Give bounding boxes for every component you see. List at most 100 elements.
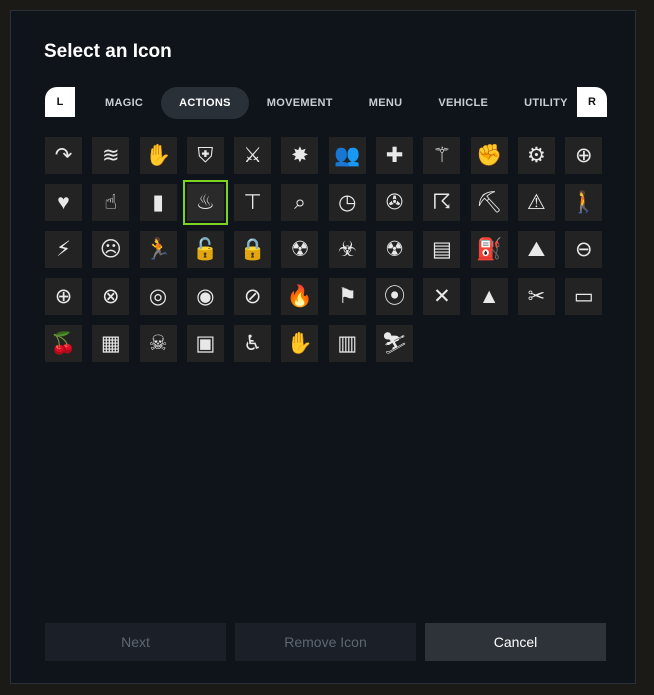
- icon-option[interactable]: ▭: [565, 278, 603, 315]
- icon-option[interactable]: ⛽: [470, 231, 508, 268]
- icon-option[interactable]: ☝: [92, 184, 130, 221]
- icon-option[interactable]: ♥: [45, 184, 82, 221]
- cooking-pot-icon: ♨: [195, 191, 215, 214]
- tab-vehicle[interactable]: VEHICLE: [420, 87, 506, 119]
- bumper-right-button[interactable]: R: [577, 87, 607, 117]
- compass-icon: ✇: [385, 191, 404, 214]
- warning-triangle-icon: ⚠: [527, 191, 546, 214]
- cut-line-icon: ✂: [527, 285, 546, 308]
- robot-figure-icon: ⚙: [527, 144, 546, 167]
- icon-option[interactable]: ☠: [139, 325, 177, 362]
- icon-option[interactable]: ⚠: [517, 184, 555, 221]
- icon-option[interactable]: ⌕: [281, 184, 319, 221]
- icon-option[interactable]: ✕: [423, 278, 461, 315]
- icon-option[interactable]: 🔥: [281, 278, 319, 315]
- icon-option[interactable]: 🍒: [45, 325, 82, 362]
- icon-option[interactable]: ▤: [423, 231, 461, 268]
- icon-option[interactable]: ⊗: [92, 278, 130, 315]
- cash-stack-icon: ▤: [431, 238, 452, 261]
- grab-hand-icon: ✋: [145, 144, 172, 167]
- icon-option[interactable]: ⛰: [517, 231, 555, 268]
- bumper-left-button[interactable]: L: [45, 87, 75, 117]
- battery-charging-icon: ▮: [152, 191, 164, 214]
- tab-menu[interactable]: MENU: [351, 87, 421, 119]
- remove-icon-button[interactable]: Remove Icon: [235, 623, 416, 661]
- icon-option[interactable]: ♨: [182, 180, 228, 225]
- icon-option[interactable]: ⛷: [376, 325, 414, 362]
- icon-option[interactable]: 🔒: [234, 231, 272, 268]
- pointing-hand-icon: ☝: [104, 191, 118, 214]
- icon-option[interactable]: ⚙: [517, 137, 555, 174]
- group-people-icon: 👥: [334, 144, 361, 167]
- fruit-branch-icon: 🍒: [50, 332, 77, 355]
- unlocked-padlock-icon: 🔓: [192, 238, 219, 261]
- icon-option[interactable]: 🏃: [139, 231, 177, 268]
- icon-option[interactable]: ▣: [186, 325, 224, 362]
- icon-option[interactable]: ✋: [281, 325, 319, 362]
- icon-option[interactable]: 🚶: [565, 184, 603, 221]
- icon-option[interactable]: ⦿: [376, 278, 414, 315]
- icon-option[interactable]: ⚔: [234, 137, 272, 174]
- fist-burst-icon: ✊: [476, 144, 503, 167]
- eye-icon: ◉: [196, 285, 215, 308]
- next-button[interactable]: Next: [45, 623, 226, 661]
- tab-strip: MAGIC ACTIONS MOVEMENT MENU VEHICLE UTILITY: [87, 87, 577, 119]
- icon-option[interactable]: ♿: [234, 325, 272, 362]
- icon-option[interactable]: ☹: [92, 231, 130, 268]
- icon-option[interactable]: ⊖: [565, 231, 603, 268]
- tent-icon: ▲: [478, 285, 500, 308]
- category-tabs: L MAGIC ACTIONS MOVEMENT MENU VEHICLE UTILITY…: [45, 87, 607, 119]
- icon-option[interactable]: ⛨: [186, 137, 224, 174]
- icon-option[interactable]: ⊘: [234, 278, 272, 315]
- icon-option[interactable]: ↷: [45, 137, 82, 174]
- icon-option[interactable]: ▲: [470, 278, 508, 315]
- tab-movement[interactable]: MOVEMENT: [249, 87, 351, 119]
- icon-option[interactable]: ✸: [281, 137, 319, 174]
- crane-icon: ⊤: [243, 191, 262, 214]
- icon-option[interactable]: ⚚: [423, 137, 461, 174]
- icon-option[interactable]: ⊕: [565, 137, 603, 174]
- icon-option[interactable]: ✂: [517, 278, 555, 315]
- icon-option[interactable]: ☢: [376, 231, 414, 268]
- icon-option[interactable]: ✚: [376, 137, 414, 174]
- icon-option[interactable]: ◎: [139, 278, 177, 315]
- zoom-out-icon: ⊖: [574, 238, 593, 261]
- icon-option[interactable]: ◷: [328, 184, 366, 221]
- select-icon-dialog: Select an Icon L MAGIC ACTIONS MOVEMENT MEN…: [10, 10, 636, 684]
- icon-option[interactable]: ☣: [328, 231, 366, 268]
- locked-padlock-icon: 🔒: [239, 238, 266, 261]
- icon-option[interactable]: ⊕: [45, 278, 82, 315]
- pointer-target-icon: ⦿: [384, 285, 406, 308]
- digging-person-icon: ⛏: [475, 191, 503, 214]
- icon-grid: ↷ ≋ ✋ ⛨ ⚔ ✸ 👥 ✚ ⚚ ✊ ⚙ ⊕ ♥ ☝ ▮ ♨ ⊤ ⌕ ◷ ✇ ☈ ⛏ ⚠ 🚶 ⚡ ☹ 🏃 🔓 🔒 ☢ ☣ ☢ ▤ ⛽ ⛰ ⊖ ⊕ ⊗ ◎ ◉…: [45, 137, 607, 362]
- heart-icon: ♥: [57, 191, 70, 214]
- icon-option[interactable]: ≋: [92, 137, 130, 174]
- shield-slash-icon: ⛨: [197, 144, 214, 167]
- running-exit-icon: 🏃: [145, 238, 172, 261]
- fork-knife-icon: ✕: [433, 285, 451, 308]
- eye-outline-icon: ◎: [148, 285, 168, 308]
- mountains-icon: ⛰: [527, 238, 546, 261]
- icon-option[interactable]: ▮: [139, 184, 177, 221]
- icon-option[interactable]: ✊: [470, 137, 508, 174]
- icon-option[interactable]: 👥: [328, 137, 366, 174]
- icon-option[interactable]: ☢: [281, 231, 319, 268]
- tab-utility[interactable]: UTILITY: [506, 87, 577, 119]
- person-slope-icon: ⛷: [381, 332, 408, 355]
- icon-option[interactable]: ✇: [376, 184, 414, 221]
- icon-option[interactable]: ☈: [423, 184, 461, 221]
- tab-actions[interactable]: ACTIONS: [161, 87, 249, 119]
- icon-option[interactable]: ◉: [186, 278, 224, 315]
- radiation-circle-icon: ☢: [290, 238, 310, 261]
- icon-option[interactable]: ⛏: [470, 184, 508, 221]
- icon-option[interactable]: ✋: [139, 137, 177, 174]
- tab-magic[interactable]: MAGIC: [87, 87, 161, 119]
- icon-option[interactable]: ⊤: [234, 184, 272, 221]
- icon-option[interactable]: ▦: [92, 325, 130, 362]
- cancel-button[interactable]: Cancel: [425, 623, 606, 661]
- falling-person-icon: ☈: [432, 191, 452, 214]
- icon-option[interactable]: ⚑: [328, 278, 366, 315]
- icon-option[interactable]: 🔓: [186, 231, 224, 268]
- icon-option[interactable]: ▥: [328, 325, 366, 362]
- icon-option[interactable]: ⚡: [45, 231, 82, 268]
